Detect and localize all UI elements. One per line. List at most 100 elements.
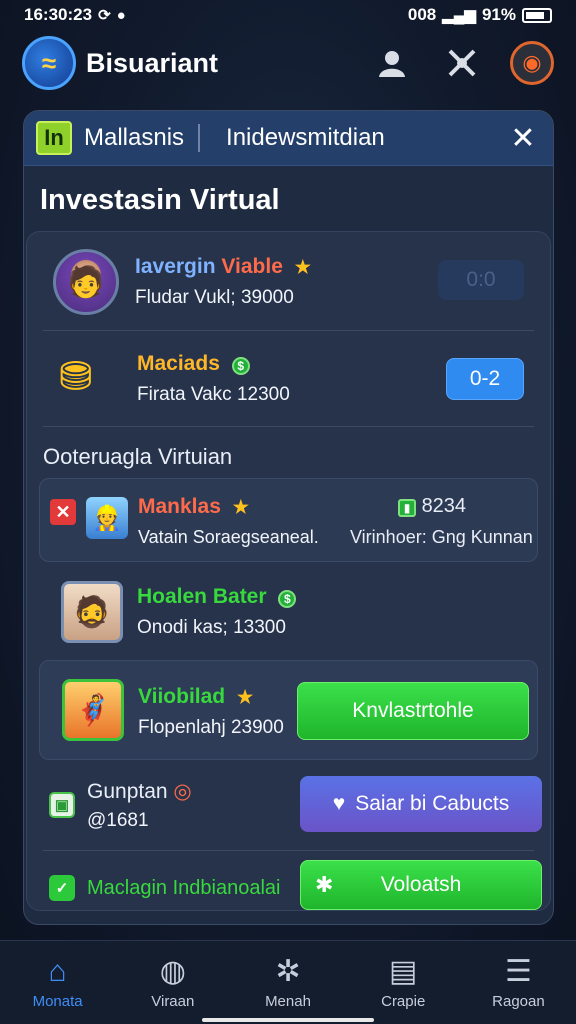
sync-icon: ⟳ xyxy=(98,7,111,24)
tool-icon: ✱ xyxy=(315,872,334,897)
dialog-header: In Mallasnis Inidewsmitdian ✕ xyxy=(24,111,553,166)
nav-item-star[interactable]: ✲ Menah xyxy=(230,941,345,1024)
favorite-button[interactable]: ♥ Saiar bi Cabucts xyxy=(300,776,542,832)
item-name: Maciads xyxy=(137,352,220,375)
item-name: Hoalen Bater xyxy=(137,585,267,608)
nav-label: Viraan xyxy=(151,993,195,1010)
nav-label: Crapie xyxy=(381,993,426,1010)
status-right: 008 ▂▄▆ 91% xyxy=(408,5,552,25)
nav-item-map[interactable]: ◍ Viraan xyxy=(115,941,230,1024)
list-item[interactable]: ⛃ Maciads $ Firata Vakc 12300 0-2 xyxy=(27,344,550,414)
item-name: Gunptan xyxy=(87,779,168,803)
app-bar: ≈ Bisuariant ◉ xyxy=(0,32,576,94)
item-title: Hoalen Bater $ xyxy=(137,585,297,609)
item-sub: Firata Vakc 12300 xyxy=(137,384,290,405)
favorite-button-label: Saiar bi Cabucts xyxy=(355,792,510,815)
star-icon: ✲ xyxy=(275,955,301,988)
coin-green-icon: $ xyxy=(278,590,297,608)
item-value: 8234 xyxy=(421,495,467,517)
list-item[interactable]: 🧔 Hoalen Bater $ Onodi kas; 13300 xyxy=(27,576,550,648)
home-indicator[interactable] xyxy=(202,1018,374,1022)
avatar: 🦸 xyxy=(62,679,124,741)
coin-icon: ⛃ xyxy=(59,355,93,399)
wallet-icon: ▣ xyxy=(49,792,75,818)
list-item-box[interactable]: 🦸 Viiobilad ★ Flopenlahj 23900 Knvlastrt… xyxy=(39,660,538,760)
item-title: Manklas ★ xyxy=(138,495,319,519)
map-icon: ◍ xyxy=(159,955,186,988)
profile-icon[interactable] xyxy=(370,41,414,85)
message-icon: ● xyxy=(116,6,126,24)
list-icon: ☰ xyxy=(504,955,532,988)
star-icon: ★ xyxy=(232,497,249,517)
subsection-title: Ooteruagla Virtuian xyxy=(43,444,233,469)
item-sub-left: Vatain Soraegseaneal. xyxy=(138,527,319,547)
item-name: Viiobilad xyxy=(138,685,226,708)
item-button[interactable]: Knvlastrtohle xyxy=(297,682,529,740)
dialog-badge-icon: In xyxy=(36,121,72,155)
section-title: Investasin Virtual xyxy=(40,184,280,216)
nav-label: Menah xyxy=(265,993,311,1010)
list-item-box[interactable]: ✕ 👷 Manklas ★ Vatain Soraegseaneal. ▮ 82… xyxy=(39,478,538,562)
tab-primary[interactable]: Mallasnis xyxy=(84,124,184,152)
alert-small-icon: ◎ xyxy=(173,779,192,803)
coin-green-icon: $ xyxy=(231,357,250,375)
item-button[interactable]: 0:0 xyxy=(438,260,524,300)
item-sub: Fludar Vukl; 39000 xyxy=(135,287,294,308)
item-title: Viiobilad ★ xyxy=(138,685,284,709)
investment-dialog: In Mallasnis Inidewsmitdian ✕ Investasin… xyxy=(23,110,554,925)
nav-item-list[interactable]: ☰ Ragoan xyxy=(461,941,576,1024)
item-value-wrap: ▮ 8234 xyxy=(398,495,466,518)
nav-item-home[interactable]: ⌂ Monata xyxy=(0,941,115,1024)
tools-icon[interactable] xyxy=(440,41,484,85)
cards-icon: ▤ xyxy=(389,955,418,988)
validate-button[interactable]: ✱ Voloatsh xyxy=(300,860,542,910)
avatar: 🧔 xyxy=(61,581,123,643)
heart-icon: ♥ xyxy=(332,792,346,815)
item-name-accent: Viable xyxy=(221,255,283,278)
list-item[interactable]: ✓ Maclagin Indbianoalai ✱ Voloatsh xyxy=(27,860,550,916)
item-title: Gunptan ◎ xyxy=(87,779,192,804)
item-sub: @1681 xyxy=(87,809,149,831)
investment-panel: 🧑 Iavergin Viable ★ Fludar Vukl; 39000 0… xyxy=(26,231,551,911)
close-icon[interactable]: ✕ xyxy=(505,121,541,156)
divider xyxy=(43,426,534,427)
divider xyxy=(43,850,534,851)
battery-icon xyxy=(522,7,552,23)
star-icon: ★ xyxy=(236,687,254,707)
home-icon: ⌂ xyxy=(48,955,67,988)
alert-icon[interactable]: ◉ xyxy=(510,41,554,85)
item-name: Maclagin Indbianoalai xyxy=(87,876,281,899)
item-sub-right: Virinhoer: Gng Kunnan xyxy=(350,527,533,547)
validate-button-label: Voloatsh xyxy=(380,873,462,896)
app-title: Bisuariant xyxy=(86,47,219,78)
item-title: Maciads $ xyxy=(137,352,290,376)
nav-label: Ragoan xyxy=(492,993,545,1010)
item-sub: Flopenlahj 23900 xyxy=(138,717,284,738)
item-button[interactable]: 0-2 xyxy=(446,358,524,400)
status-bar: 16:30:23 ⟳ ● 008 ▂▄▆ 91% xyxy=(0,0,576,30)
check-icon: ✓ xyxy=(49,875,75,901)
status-time: 16:30:23 xyxy=(24,5,93,24)
item-name: Manklas xyxy=(138,495,221,518)
item-title: Iavergin Viable ★ xyxy=(135,255,311,279)
signal-icon: ▂▄▆ xyxy=(442,7,476,24)
tab-separator xyxy=(198,124,201,152)
divider xyxy=(43,330,534,331)
bottom-nav: ⌂ Monata ◍ Viraan ✲ Menah ▤ Crapie ☰ Rag… xyxy=(0,940,576,1024)
remove-icon[interactable]: ✕ xyxy=(50,499,76,525)
star-icon: ★ xyxy=(294,257,311,277)
nav-label: Monata xyxy=(32,993,83,1010)
avatar: 👷 xyxy=(86,497,128,539)
status-right-text: 008 xyxy=(407,5,437,24)
value-icon: ▮ xyxy=(398,499,416,517)
battery-text: 91% xyxy=(481,5,516,24)
list-item[interactable]: ▣ Gunptan ◎ @1681 ♥ Saiar bi Cabucts xyxy=(27,770,550,840)
tab-secondary[interactable]: Inidewsmitdian xyxy=(226,124,385,152)
nav-item-cards[interactable]: ▤ Crapie xyxy=(346,941,461,1024)
app-logo-icon: ≈ xyxy=(22,36,76,90)
item-sub: Onodi kas; 13300 xyxy=(137,617,286,638)
item-name: Iavergin xyxy=(135,255,216,278)
avatar: 🧑 xyxy=(53,249,119,315)
list-item[interactable]: 🧑 Iavergin Viable ★ Fludar Vukl; 39000 0… xyxy=(27,246,550,318)
status-left: 16:30:23 ⟳ ● xyxy=(24,5,126,25)
